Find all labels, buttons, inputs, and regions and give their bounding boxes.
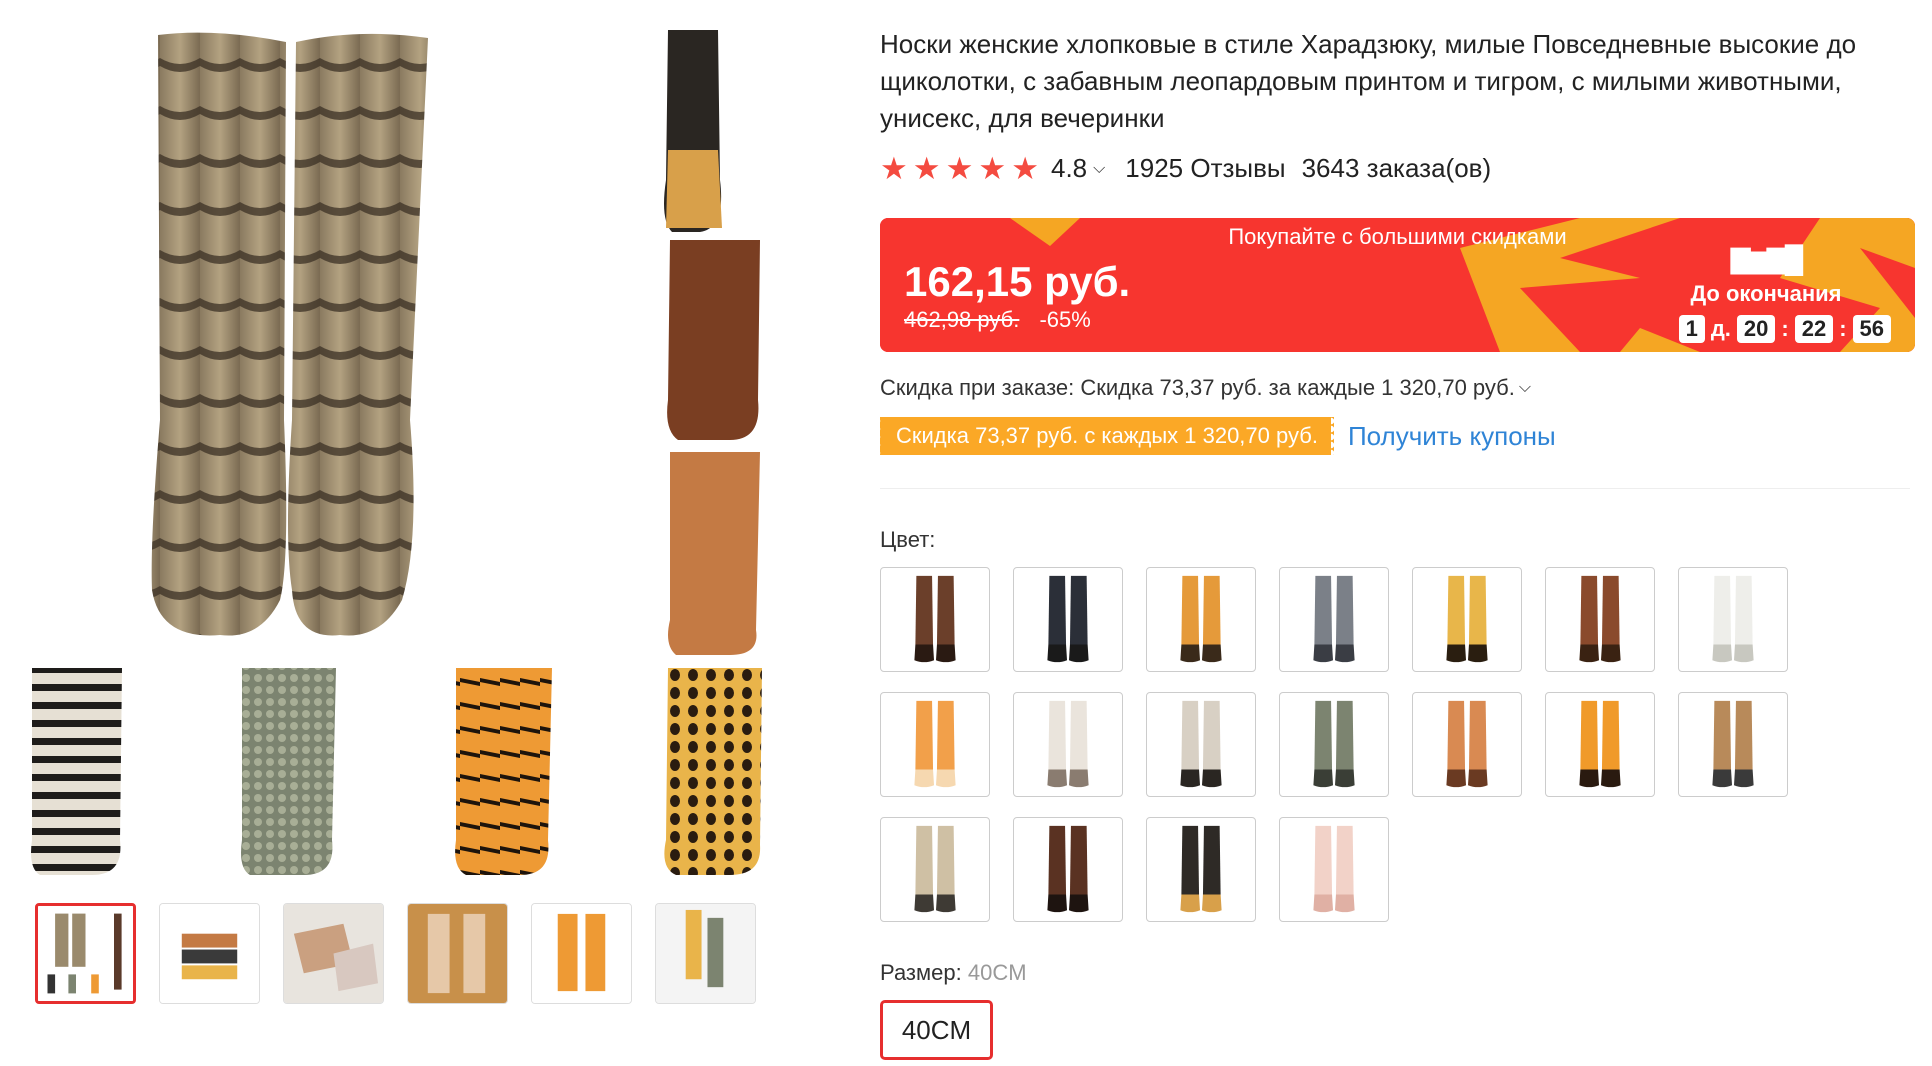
countdown-seconds: 56 — [1852, 315, 1891, 343]
socks-collage — [31, 30, 762, 875]
price-banner: Покупайте с большими скидками 162,15 руб… — [880, 218, 1915, 352]
sock-image — [1313, 575, 1355, 663]
countdown-hours: 20 — [1736, 315, 1776, 343]
countdown-days: 1 — [1678, 315, 1705, 343]
days-label: д. — [1710, 316, 1731, 341]
color-swatch-dark-brown[interactable] — [1013, 817, 1123, 922]
color-swatch-grey[interactable] — [1279, 567, 1389, 672]
sock-image — [1180, 825, 1222, 913]
size-selected-value: 40CM — [967, 960, 1027, 985]
reviews-count[interactable]: 1925 Отзывы — [1125, 153, 1285, 184]
color-label: Цвет: — [880, 527, 936, 552]
thumbnail-strip — [35, 903, 756, 1004]
size-label: Размер: — [880, 960, 962, 985]
sock-image — [1579, 575, 1621, 663]
thumbnail-3[interactable] — [283, 903, 384, 1004]
sock-image — [1313, 825, 1355, 913]
color-swatch-pink[interactable] — [1279, 817, 1389, 922]
chevron-down-icon: ⌵ — [1093, 159, 1106, 177]
time-separator: : — [1839, 316, 1847, 341]
sock-image — [1047, 825, 1089, 913]
sock-image — [914, 700, 956, 788]
size-label-row: Размер: 40CM — [880, 960, 1027, 986]
color-swatch-chestnut[interactable] — [1545, 567, 1655, 672]
color-swatch-horse-hoof[interactable] — [1678, 692, 1788, 797]
color-swatch-giraffe[interactable] — [880, 817, 990, 922]
sock-image — [1047, 700, 1089, 788]
color-swatch-tiger[interactable] — [1545, 692, 1655, 797]
color-swatch-black[interactable] — [1013, 567, 1123, 672]
sock-image — [1712, 700, 1754, 788]
star-icon: ★ — [912, 151, 941, 186]
divider — [880, 488, 1910, 489]
order-discount[interactable]: Скидка при заказе: Скидка 73,37 руб. за … — [880, 375, 1551, 401]
product-title: Носки женские хлопковые в стиле Харадзюк… — [880, 29, 1857, 133]
main-product-image[interactable] — [0, 0, 770, 885]
rating-value[interactable]: 4.8 ⌵ — [1051, 153, 1125, 184]
countdown-minutes: 22 — [1794, 315, 1834, 343]
color-swatch-white-paw[interactable] — [1013, 692, 1123, 797]
sock-image — [914, 825, 956, 913]
star-rating: ★ ★ ★ ★ ★ — [880, 153, 1039, 184]
order-discount-text: Скидка при заказе: Скидка 73,37 руб. за … — [880, 375, 1515, 400]
color-swatch-zebra[interactable] — [1146, 692, 1256, 797]
color-swatch-snake[interactable] — [1279, 692, 1389, 797]
countdown-timer: 1 д. 20 : 22 : 56 — [1641, 315, 1891, 343]
color-swatch-eagle[interactable] — [1146, 817, 1256, 922]
coupon-tag: Скидка 73,37 руб. с каждых 1 320,70 руб. — [877, 417, 1337, 455]
coupon-row: Скидка 73,37 руб. с каждых 1 320,70 руб.… — [877, 417, 1556, 455]
star-icon: ★ — [945, 151, 974, 186]
product-gallery — [0, 0, 770, 1066]
original-price: 462,98 руб. — [904, 307, 1020, 332]
sock-image — [1047, 575, 1089, 663]
countdown-title: До окончания — [1690, 281, 1842, 306]
size-option-40cm[interactable]: 40CM — [880, 1000, 993, 1060]
time-separator: : — [1781, 316, 1789, 341]
color-swatch-tiger-paw[interactable] — [880, 692, 990, 797]
color-swatch-fox[interactable] — [1412, 692, 1522, 797]
thumbnail-2[interactable] — [159, 903, 260, 1004]
thumbnail-1[interactable] — [35, 903, 136, 1004]
sock-image — [1579, 700, 1621, 788]
current-price: 162,15 руб. — [904, 258, 1131, 305]
orders-count: 3643 заказа(ов) — [1301, 153, 1492, 183]
rating-row: ★ ★ ★ ★ ★ 4.8 ⌵ 1925 Отзывы 3643 заказа(… — [880, 153, 1491, 184]
get-coupons-link[interactable]: Получить купоны — [1348, 421, 1556, 452]
color-swatches — [880, 567, 1788, 922]
bar-chart-icon: ▇▆▇█ — [1730, 244, 1803, 274]
thumbnail-5[interactable] — [531, 903, 632, 1004]
old-price-row: 462,98 руб. -65% — [904, 307, 1091, 333]
countdown: ▇▆▇█ До окончания 1 д. 20 : 22 : 56 — [1641, 244, 1891, 343]
sock-image — [1446, 575, 1488, 663]
thumbnail-4[interactable] — [407, 903, 508, 1004]
sock-image — [914, 575, 956, 663]
thumbnail-6[interactable] — [655, 903, 756, 1004]
color-swatch-white[interactable] — [1678, 567, 1788, 672]
sock-image — [1313, 700, 1355, 788]
star-icon: ★ — [880, 151, 908, 186]
sock-image — [1180, 575, 1222, 663]
chevron-down-icon: ⌵ — [1518, 379, 1532, 396]
rating-number: 4.8 — [1050, 153, 1088, 183]
sock-image — [1712, 575, 1754, 663]
sock-image — [1180, 700, 1222, 788]
sock-image — [1446, 700, 1488, 788]
discount-percent: -65% — [1039, 307, 1091, 332]
star-icon: ★ — [1011, 151, 1039, 186]
star-icon: ★ — [978, 151, 1007, 186]
color-swatch-brown[interactable] — [880, 567, 990, 672]
color-swatch-leopard[interactable] — [1412, 567, 1522, 672]
color-swatch-orange[interactable] — [1146, 567, 1256, 672]
